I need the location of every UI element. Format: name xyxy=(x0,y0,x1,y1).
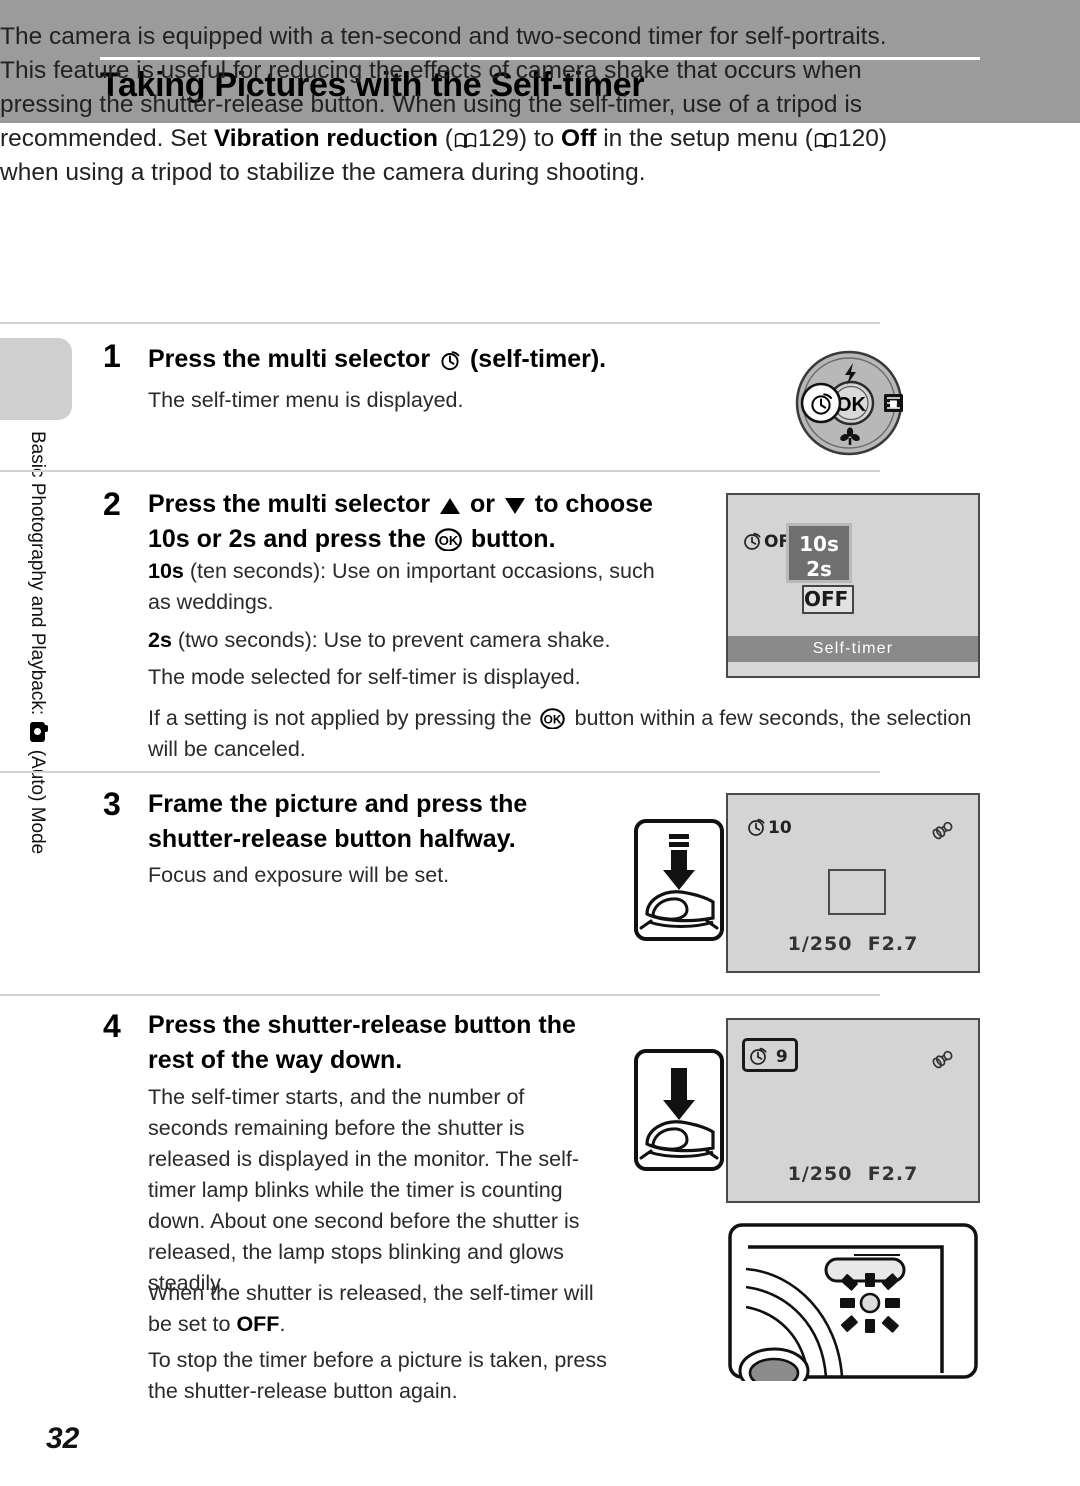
step2-heading-a: Press the multi selector xyxy=(148,490,438,518)
step2-bold-2s: 2s xyxy=(148,628,172,652)
step-number-3: 3 xyxy=(103,786,121,822)
chapter-label: Basic Photography and Playback: (Auto) M… xyxy=(26,431,48,991)
lcd-title-bar: Self-timer xyxy=(728,636,978,662)
step1-heading-post: (self-timer). xyxy=(463,345,607,373)
lcd-shutter-speed-2: 1/250 xyxy=(787,1163,853,1185)
step2-heading-d: 10s xyxy=(148,525,190,553)
lcd-countdown-value: 10 xyxy=(768,818,792,838)
step2-heading-h: button. xyxy=(463,525,556,553)
menu-option-10s[interactable]: 10s xyxy=(789,532,849,557)
chapter-label-tail: (Auto) Mode xyxy=(27,749,48,855)
self-timer-icon-inline xyxy=(439,346,461,371)
ok-button-icon-2: OK xyxy=(539,707,567,730)
step2-heading-e: or xyxy=(189,525,229,553)
intro-bold-vibration-reduction: Vibration reduction xyxy=(213,125,438,152)
step4-bold-off: OFF xyxy=(236,1312,280,1336)
step-body-4c: To stop the timer before a picture is ta… xyxy=(148,1348,607,1403)
lcd-exposure-readout: 1/250 F2.7 xyxy=(728,933,978,955)
step-body-3: Focus and exposure will be set. xyxy=(148,863,450,887)
focus-area-frame xyxy=(828,869,886,915)
divider-step4 xyxy=(0,994,880,996)
lcd-aperture-2: F2.7 xyxy=(867,1163,919,1185)
lcd-screen-self-timer-menu: OFF 10s 2s OFF Self-timer xyxy=(726,493,980,678)
divider-step2 xyxy=(0,470,880,472)
step4-body2-post: . xyxy=(279,1312,286,1336)
step-body-4a: The self-timer starts, and the number of… xyxy=(148,1085,580,1295)
step1-heading-pre: Press the multi selector xyxy=(148,345,438,373)
intro-ref-120: 120 xyxy=(837,125,879,152)
step4-body2-pre: When the shutter is released, the self-t… xyxy=(148,1281,594,1336)
step-body-1: The self-timer menu is displayed. xyxy=(148,388,464,412)
lcd-aperture: F2.7 xyxy=(867,933,919,955)
step-heading-2: Press the multi selector or to choose 10s… xyxy=(148,487,708,557)
intro-ref-129: 129 xyxy=(477,125,519,152)
intro-bold-off: Off xyxy=(561,125,597,152)
svg-text:OK: OK xyxy=(439,533,459,548)
camera-front-lamp-illustration xyxy=(726,1221,980,1395)
step-heading-3: Frame the picture and press the shutter-… xyxy=(148,790,528,853)
step2-body-10s: (ten seconds): Use on important occasion… xyxy=(148,559,655,614)
multi-selector-dial: OK ■ xyxy=(793,348,905,458)
step-number-1: 1 xyxy=(103,338,121,374)
lcd-screen-countdown: 9 1/250 F2.7 xyxy=(726,1018,980,1203)
step-body-2a: 10s (ten seconds): Use on important occa… xyxy=(148,556,678,618)
lcd-screen-framing: 10 1/250 F2.7 xyxy=(726,793,980,973)
divider-step3 xyxy=(0,771,880,773)
shutter-halfway-press-icon xyxy=(633,818,725,942)
intro-text-2: ) to xyxy=(518,125,562,152)
menu-option-2s[interactable]: 2s xyxy=(789,557,849,582)
shutter-full-press-icon xyxy=(633,1048,725,1172)
intro-text-3: in the setup menu ( xyxy=(596,125,813,152)
lcd-exposure-readout-2: 1/250 F2.7 xyxy=(728,1163,978,1185)
divider-step1 xyxy=(0,322,880,324)
step-body-2d: If a setting is not applied by pressing … xyxy=(148,703,978,765)
svg-text:OK: OK xyxy=(543,713,561,727)
step-body-2b: 2s (two seconds): Use to prevent camera … xyxy=(148,625,678,656)
step2-heading-c: to choose xyxy=(527,490,653,518)
step-heading-4: Press the shutter-release button the res… xyxy=(148,1011,576,1074)
self-timer-menu-box[interactable]: 10s 2s xyxy=(786,523,852,583)
step-number-2: 2 xyxy=(103,486,121,522)
vibration-reduction-icon xyxy=(930,819,956,846)
lcd-self-timer-countdown-icon-2: 9 xyxy=(748,1046,788,1067)
step-body-4b: When the shutter is released, the self-t… xyxy=(148,1278,603,1340)
book-reference-icon xyxy=(454,132,477,149)
intro-paragraph: The camera is equipped with a ten-second… xyxy=(0,20,890,190)
intro-paren-open: ( xyxy=(437,125,453,152)
down-arrow-icon xyxy=(504,491,526,514)
lcd-countdown-value-2: 9 xyxy=(775,1047,788,1067)
vibration-reduction-icon-2 xyxy=(930,1048,956,1075)
step-body-2c: The mode selected for self-timer is disp… xyxy=(148,665,581,689)
camera-auto-icon xyxy=(30,722,45,743)
step2-bold-10s: 10s xyxy=(148,559,184,583)
page-number: 32 xyxy=(46,1422,80,1455)
lcd-footer-strip xyxy=(728,662,978,676)
up-arrow-icon xyxy=(439,491,461,514)
lcd-shutter-speed: 1/250 xyxy=(787,933,853,955)
step2-heading-f: 2s xyxy=(228,525,257,553)
step2-heading-b: or xyxy=(463,490,502,518)
step2-body4-pre: If a setting is not applied by pressing … xyxy=(148,706,538,730)
chapter-tab xyxy=(0,338,72,420)
step2-body-2s: (two seconds): Use to prevent camera sha… xyxy=(171,628,611,652)
step-heading-1: Press the multi selector (self-timer). xyxy=(148,342,748,377)
menu-option-off-selected[interactable]: OFF xyxy=(802,585,854,614)
chapter-label-text: Basic Photography and Playback: xyxy=(27,431,48,716)
lcd-self-timer-countdown-icon: 10 xyxy=(746,817,792,838)
step2-heading-g: and press the xyxy=(256,525,433,553)
book-reference-icon-2 xyxy=(814,132,837,149)
step-number-4: 4 xyxy=(103,1008,121,1044)
ok-button-icon: OK xyxy=(434,526,462,552)
